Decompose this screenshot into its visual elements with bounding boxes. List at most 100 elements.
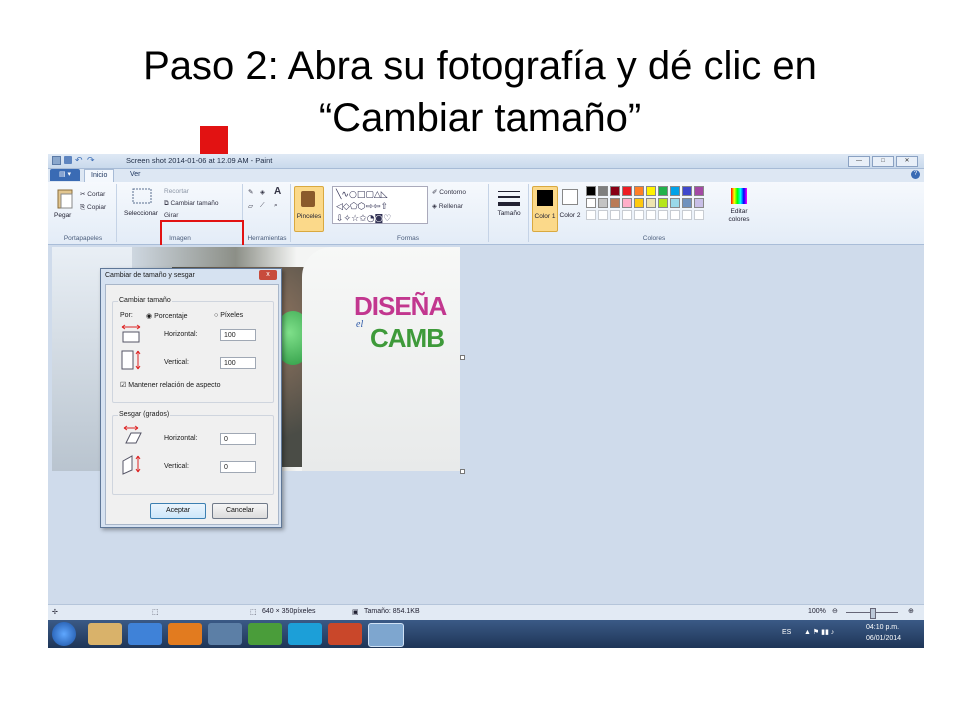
palette-swatch-empty[interactable] [622,210,632,220]
palette-swatch[interactable] [694,186,704,196]
group-label-colores: Colores [642,235,666,242]
palette-swatch-empty[interactable] [694,210,704,220]
rotate-button[interactable]: Girar [164,212,178,219]
language-indicator[interactable]: ES [782,629,791,636]
palette-swatch[interactable] [610,198,620,208]
tab-ver[interactable]: Ver [124,169,147,181]
close-window-button[interactable]: ✕ [896,156,918,167]
crop-button[interactable]: Recortar [164,188,189,195]
group-label-formas: Formas [396,235,420,242]
eraser-icon[interactable]: ▱ [248,202,253,210]
palette-swatch[interactable] [622,186,632,196]
cut-button[interactable]: ✂ Cortar [80,190,105,198]
skew-horizontal-input[interactable]: 0 [220,433,256,445]
line-size-icon [498,191,520,206]
palette-swatch[interactable] [634,198,644,208]
fill-icon[interactable]: ◈ [260,188,265,196]
internet-explorer-icon[interactable] [128,623,162,645]
slide-title: Paso 2: Abra su fotografía y dé clic en … [0,40,960,144]
shapes-gallery[interactable]: ╲∿○□▢△◺ ◁◇⬠⬡⇨⇦⇧ ⇩✧☆✩◔◙♡ [332,186,428,224]
palette-swatch-empty[interactable] [670,210,680,220]
vertical-resize-icon [121,350,141,370]
resize-group-label: Cambiar tamaño [118,297,172,304]
save-icon[interactable] [64,156,72,164]
palette-swatch-empty[interactable] [658,210,668,220]
powerpoint-icon[interactable] [328,623,362,645]
svg-text:⇩✧☆✩◔◙♡: ⇩✧☆✩◔◙♡ [336,214,391,224]
edit-colors-button[interactable]: Editar colores [724,186,754,230]
size-button[interactable]: Tamaño [490,184,529,242]
color2-button[interactable]: Color 2 [558,186,582,230]
resize-button[interactable]: ⧉ Cambiar tamaño [164,200,219,208]
color-picker-icon[interactable]: ⟋ [260,202,265,210]
palette-swatch[interactable] [646,198,656,208]
palette-swatch[interactable] [610,186,620,196]
start-button[interactable] [52,622,76,646]
copy-button[interactable]: ⎘ Copiar [80,204,106,212]
palette-swatch-empty[interactable] [646,210,656,220]
cancel-button[interactable]: Cancelar [212,503,268,519]
fill-shape-button[interactable]: ◈ Rellenar [432,202,463,210]
palette-swatch[interactable] [634,186,644,196]
pencil-icon[interactable]: ✎ [248,188,253,196]
palette-swatch[interactable] [586,186,596,196]
paint-taskbar-icon[interactable] [368,623,404,647]
palette-swatch[interactable] [682,186,692,196]
explorer-icon[interactable] [88,623,122,645]
media-player-icon[interactable] [168,623,202,645]
minimize-button[interactable]: — [848,156,870,167]
skype-icon[interactable] [288,623,322,645]
shirt-text-line2: el [356,319,364,330]
color1-button[interactable]: Color 1 [532,186,558,232]
undo-icon[interactable]: ↶ [75,156,84,165]
palette-swatch[interactable] [658,198,668,208]
palette-swatch[interactable] [646,186,656,196]
paint-menu-button[interactable]: ▤ ▾ [50,169,80,181]
percent-radio[interactable]: ◉ Porcentaje [146,312,188,320]
palette-swatch[interactable] [682,198,692,208]
palette-swatch[interactable] [598,186,608,196]
palette-swatch-empty[interactable] [586,210,596,220]
skew-vertical-input[interactable]: 0 [220,461,256,473]
palette-swatch[interactable] [694,198,704,208]
resize-handle-corner[interactable] [460,469,465,474]
palette-swatch-empty[interactable] [598,210,608,220]
status-bar: ✢ ⬚ ⬚ 640 × 350píxeles ▣ Tamaño: 854.1KB… [48,604,924,621]
zoom-out-icon[interactable]: ⊖ [832,607,838,615]
ok-button[interactable]: Aceptar [150,503,206,519]
maximize-button[interactable]: □ [872,156,894,167]
zoom-slider-thumb[interactable] [870,608,876,619]
tab-inicio[interactable]: Inicio [84,169,115,182]
palette-swatch[interactable] [598,198,608,208]
magnifier-icon[interactable]: ⌕ [274,202,278,210]
keep-ratio-checkbox[interactable]: ☑ Mantener relación de aspecto [120,381,220,389]
vertical-input[interactable]: 100 [220,357,256,369]
palette-swatch[interactable] [670,198,680,208]
chrome-icon[interactable] [248,623,282,645]
paste-button[interactable]: Pegar [54,212,71,219]
help-icon[interactable]: ? [911,170,920,179]
zoom-in-icon[interactable]: ⊕ [908,607,914,615]
group-formas: ╲∿○□▢△◺ ◁◇⬠⬡⇨⇦⇧ ⇩✧☆✩◔◙♡ ✐ Contorno ◈ Rel… [328,184,489,242]
outline-button[interactable]: ✐ Contorno [432,188,466,196]
select-button[interactable]: Seleccionar [124,210,158,217]
palette-swatch-empty[interactable] [682,210,692,220]
text-tool-icon[interactable]: A [274,186,281,197]
redo-icon[interactable]: ↷ [87,156,96,165]
resize-skew-dialog: Cambiar de tamaño y sesgar x Cambiar tam… [100,268,282,528]
palette-swatch[interactable] [622,198,632,208]
horizontal-input[interactable]: 100 [220,329,256,341]
palette-swatch[interactable] [586,198,596,208]
palette-swatch-empty[interactable] [610,210,620,220]
brushes-button[interactable]: Pinceles [294,186,324,232]
palette-swatch-empty[interactable] [634,210,644,220]
palette-swatch[interactable] [670,186,680,196]
resize-handle-right[interactable] [460,355,465,360]
clock-date[interactable]: 06/01/2014 [866,635,901,642]
dialog-close-button[interactable]: x [259,270,277,280]
clock-time[interactable]: 04:10 p.m. [866,624,899,631]
palette-swatch[interactable] [658,186,668,196]
tray-icons[interactable]: ▲ ⚑ ▮▮ ♪ [804,628,834,636]
pixels-radio[interactable]: ○ Píxeles [214,312,243,319]
app-icon[interactable] [208,623,242,645]
